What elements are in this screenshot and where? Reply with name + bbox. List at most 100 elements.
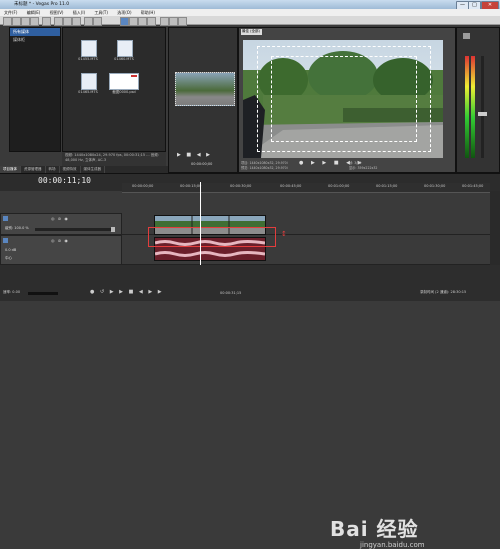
media-tree: 所有媒体 媒体柜 [9,27,61,152]
redo-icon[interactable] [93,17,102,26]
normal-edit-tool-icon[interactable] [120,17,129,26]
record-time: 录制时间 (2 通道): 28:30:15 [420,290,467,294]
timeline-end-time: 00:00:31;15 [220,291,242,295]
preview-display: 显示: 359x222x32 [349,166,378,170]
playhead-arrow-icon: ↕ [281,230,287,238]
psd-thumbnail-icon [109,73,139,90]
media-item-name: 01465.MTS [78,90,98,94]
tab-transitions[interactable]: 转场 [46,166,60,173]
trimmer-thumbnail[interactable] [175,72,235,106]
timeline-vertical-scrollbar[interactable] [490,191,500,265]
cursor-line [200,182,201,265]
media-item-name: 01460.MTS [114,57,134,61]
rate-slider[interactable] [28,292,58,295]
menu-help[interactable]: 帮助(H) [137,9,159,16]
lock-envelopes-icon[interactable] [178,17,187,26]
highlight-box [148,227,276,247]
new-icon[interactable] [3,17,12,26]
audio-track-header[interactable]: ◎ ⊘ ◉ 0.0 dB 中心 [0,235,122,265]
media-item-name: 截图0000.psd [112,90,136,94]
save-icon[interactable] [21,17,30,26]
ruler-tick-label: 00:01:30;00 [424,184,446,188]
window-title: 未标题 * - Vegas Pro 11.0 [14,2,70,7]
open-icon[interactable] [12,17,21,26]
ruler-tick-label: 00:00:00;00 [132,184,154,188]
toolbar [0,16,500,26]
video-frame [243,40,443,158]
track-controls-icons[interactable]: ◎ ⊘ ◉ [51,238,69,243]
ruler-tick-label: 00:00:15;00 [180,184,202,188]
auto-ripple-icon[interactable] [169,17,178,26]
tab-media-generators[interactable]: 媒体生成器 [81,166,105,173]
trimmer-panel: ▶ ■ ◀ ▶ 00:00:00;00 [168,27,238,173]
meter-right [471,56,475,158]
menu-tools[interactable]: 工具(T) [90,9,112,16]
project-media-list: 01455.MTS 01460.MTS 01465.MTS 截图0000.psd [62,27,166,152]
audio-track-pan: 中心 [5,256,12,260]
video-track-level: 级别: 100.0 % [5,226,29,230]
meter-left [465,56,469,158]
audio-track-volume: 0.0 dB [5,248,17,252]
video-track-header[interactable]: ◎ ⊘ ◉ 级别: 100.0 % [0,213,122,235]
window-docking-tabs: 项目媒体 资源管理器 转场 视频特效 媒体生成器 [0,166,172,173]
menu-options[interactable]: 选项(O) [113,9,135,16]
menu-view[interactable]: 视图(V) [46,9,68,16]
render-icon[interactable] [42,17,51,26]
undo-icon[interactable] [84,17,93,26]
ruler-tick-label: 00:01:45;00 [462,184,484,188]
rate-readout: 速率: 0.00 [3,290,21,294]
tab-project-media[interactable]: 项目媒体 [0,166,21,173]
envelope-tool-icon[interactable] [129,17,138,26]
trimmer-timecode: 00:00:00;00 [191,162,213,166]
timeline-header: 00:00:11;10 00:00:00;00 00:00:15;00 00:0… [0,173,500,193]
preview-quality-select[interactable]: 最佳 (全部) [241,29,262,35]
watermark-logo: Bai 经验 [330,517,419,541]
master-fader-track [481,56,484,158]
media-info-text: 视频: 1440x1080x24, 29.970 fps, 00:00:31;1… [62,152,166,166]
menu-insert[interactable]: 插入(I) [69,9,89,16]
media-item[interactable]: 01465.MTS [75,73,101,95]
tree-item-media-bins[interactable]: 媒体柜 [10,36,60,44]
meter-settings-icon[interactable] [463,33,470,39]
status-bar: 速率: 0.00 ● ↺ ▶ ▶ ■ ◀ ▶ ▶ 00:00:31;15 录制时… [0,265,500,549]
trimmer-transport-icons[interactable]: ▶ ■ ◀ ▶ [177,152,212,158]
zoom-tool-icon[interactable] [147,17,156,26]
snap-icon[interactable] [160,17,169,26]
watermark-url: jingyan.baidu.com [360,541,425,549]
cut-icon[interactable] [54,17,63,26]
media-item[interactable]: 截图0000.psd [107,73,141,95]
mts-file-icon [81,73,97,90]
menu-edit[interactable]: 编辑(E) [23,9,45,16]
tab-explorer[interactable]: 资源管理器 [21,166,46,173]
media-item[interactable]: 01460.MTS [111,40,137,62]
ruler-tick-label: 00:01:00;00 [328,184,350,188]
tree-item-all-media[interactable]: 所有媒体 [10,28,60,36]
menu-bar: 文件(F) 编辑(E) 视图(V) 插入(I) 工具(T) 选项(O) 帮助(H… [0,9,500,16]
mts-file-icon [81,40,97,57]
title-bar: 未标题 * - Vegas Pro 11.0 — □ ✕ [0,0,500,10]
safe-area-inner [271,56,417,142]
preview-project-info: 项目: 1440x1080x32, 29.970i 预览: 1440x1080x… [241,161,288,170]
ruler-tick-label: 00:01:15;00 [376,184,398,188]
track-controls-icons[interactable]: ◎ ⊘ ◉ [51,216,69,221]
menu-file[interactable]: 文件(F) [0,9,21,16]
timeline-ruler[interactable]: 00:00:00;00 00:00:15;00 00:00:30;00 00:0… [122,183,490,193]
copy-icon[interactable] [63,17,72,26]
selection-tool-icon[interactable] [138,17,147,26]
mts-file-icon [117,40,133,57]
ruler-tick-label: 00:00:45;00 [280,184,302,188]
level-slider[interactable] [35,227,115,232]
paste-icon[interactable] [72,17,81,26]
media-item[interactable]: 01455.MTS [75,40,101,62]
master-fader-handle[interactable] [478,112,487,116]
ruler-tick-label: 00:00:30;00 [230,184,252,188]
timeline-transport-icons[interactable]: ● ↺ ▶ ▶ ■ ◀ ▶ ▶ [90,289,164,295]
track-number-icon [3,238,8,243]
properties-icon[interactable] [30,17,39,26]
master-bus-meters [456,27,500,173]
video-preview-panel: 最佳 (全部) ● ▶ ▶ ■ ◀ ▶ 项目: 1440x1080x32, 29… [238,27,456,173]
media-item-name: 01455.MTS [78,57,98,61]
timeline-timecode: 00:00:11;10 [38,176,91,185]
track-number-icon [3,216,8,221]
tab-video-fx[interactable]: 视频特效 [60,166,81,173]
